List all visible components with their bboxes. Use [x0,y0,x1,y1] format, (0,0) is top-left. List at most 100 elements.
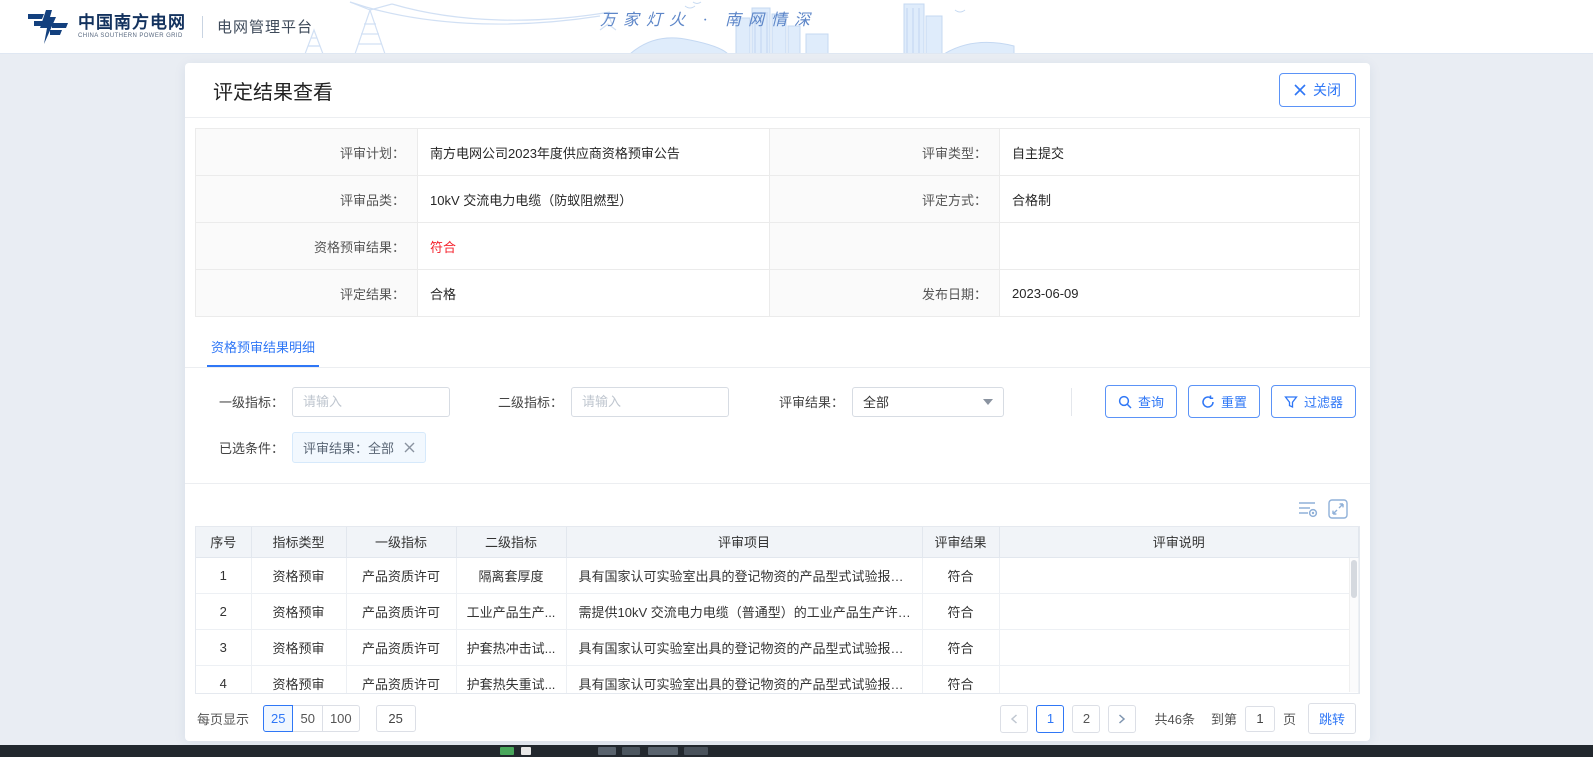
cell-review-item: 需提供10kV 交流电力电缆（普通型）的工业产品生产许可... [566,593,922,629]
logo-text-en: CHINA SOUTHERN POWER GRID [78,33,186,39]
logo-text-cn: 中国南方电网 [78,14,186,31]
tab-bar: 资格预审结果明细 [185,327,1370,368]
table-row[interactable]: 1 资格预审 产品资质许可 隔离套厚度 具有国家认可实验室出具的登记物资的产品型… [196,557,1359,593]
filter-actions: 查询 重置 过滤器 [1071,385,1356,418]
info-label: 评定方式： [770,176,1000,223]
cell-review-item: 具有国家认可实验室出具的登记物资的产品型式试验报告，... [566,629,922,665]
level1-indicator-input[interactable] [292,387,450,417]
cell-level1: 产品资质许可 [346,629,456,665]
modal-header: 评定结果查看 关闭 [185,63,1370,118]
cell-level1: 产品资质许可 [346,593,456,629]
review-result-selected-value: 全部 [863,392,889,411]
cell-seq: 1 [196,557,251,593]
cell-seq: 2 [196,593,251,629]
selected-condition-chip[interactable]: 评审结果：全部 [292,432,426,463]
info-label: 评审品类： [196,176,418,223]
cell-review-note [999,665,1359,694]
info-label: 评审类型： [770,129,1000,176]
page-size-input[interactable] [376,705,416,732]
assessment-info-grid: 评审计划： 南方电网公司2023年度供应商资格预审公告 评审类型： 自主提交 评… [195,128,1360,317]
cell-level2: 护套热冲击试... [456,629,566,665]
cell-review-note [999,593,1359,629]
query-button-label: 查询 [1138,392,1164,411]
page-button-2[interactable]: 2 [1072,705,1100,733]
cell-review-result: 符合 [922,593,999,629]
reset-button[interactable]: 重置 [1188,385,1260,418]
cell-review-item: 具有国家认可实验室出具的登记物资的产品型式试验报告，... [566,557,922,593]
page-size-50[interactable]: 50 [292,705,322,732]
modal-title: 评定结果查看 [213,76,333,105]
cell-level2: 护套热失重试... [456,665,566,694]
cell-indicator-type: 资格预审 [251,629,346,665]
level2-indicator-input[interactable] [571,387,729,417]
table-row[interactable]: 2 资格预审 产品资质许可 工业产品生产... 需提供10kV 交流电力电缆（普… [196,593,1359,629]
selected-conditions-row: 已选条件： 评审结果：全部 [219,432,1356,463]
chip-remove-icon[interactable] [404,442,415,453]
search-icon [1118,395,1132,409]
cell-review-result: 符合 [922,629,999,665]
filter-row: 一级指标： 二级指标： 评审结果： 全部 查询 重置 过滤器 [219,385,1356,418]
scrollbar-thumb[interactable] [1351,560,1357,598]
section-divider [185,483,1370,484]
col-header-indicator-type: 指标类型 [251,527,346,557]
info-value-review-category: 10kV 交流电力电缆（防蚁阻燃型） [418,176,770,223]
csg-logo: 中国南方电网 CHINA SOUTHERN POWER GRID [28,10,186,44]
info-value-empty [1000,223,1360,270]
col-header-level2: 二级指标 [456,527,566,557]
page-size-100[interactable]: 100 [322,705,360,732]
page-size-25[interactable]: 25 [263,705,293,732]
jump-button[interactable]: 跳转 [1308,703,1356,734]
info-value-review-plan: 南方电网公司2023年度供应商资格预审公告 [418,129,770,176]
close-button[interactable]: 关闭 [1279,73,1356,107]
table-row[interactable]: 3 资格预审 产品资质许可 护套热冲击试... 具有国家认可实验室出具的登记物资… [196,629,1359,665]
cell-level1: 产品资质许可 [346,665,456,694]
level2-indicator-label: 二级指标： [498,392,563,411]
platform-name: 电网管理平台 [217,16,313,37]
info-label: 评定结果： [196,270,418,317]
level1-indicator-label: 一级指标： [219,392,284,411]
cell-level2: 隔离套厚度 [456,557,566,593]
result-table: 序号 指标类型 一级指标 二级指标 评审项目 评审结果 评审说明 1 资格预审 … [196,527,1359,694]
col-header-review-note: 评审说明 [999,527,1359,557]
review-result-select[interactable]: 全部 [852,387,1004,417]
next-page-button[interactable] [1108,705,1136,733]
taskbar-segment [598,747,616,755]
per-page-label: 每页显示 [197,709,249,728]
chevron-right-icon [1118,714,1126,724]
info-label: 发布日期： [770,270,1000,317]
result-table-container: 序号 指标类型 一级指标 二级指标 评审项目 评审结果 评审说明 1 资格预审 … [195,526,1360,694]
info-value-assess-result: 合格 [418,270,770,317]
prev-page-button[interactable] [1000,705,1028,733]
column-settings-icon[interactable] [1298,500,1318,518]
cell-review-note [999,557,1359,593]
info-value-publish-date: 2023-06-09 [1000,270,1360,317]
review-result-label: 评审结果： [779,392,844,411]
funnel-icon [1284,395,1298,409]
query-button[interactable]: 查询 [1105,385,1177,418]
total-count-label: 共46条 [1154,709,1194,728]
taskbar-segment [684,747,708,755]
info-label: 评审计划： [196,129,418,176]
csg-logo-icon [28,10,68,44]
close-button-label: 关闭 [1313,80,1341,100]
info-value-assess-method: 合格制 [1000,176,1360,223]
fullscreen-icon[interactable] [1328,499,1348,519]
filter-button[interactable]: 过滤器 [1271,385,1356,418]
col-header-review-item: 评审项目 [566,527,922,557]
cell-indicator-type: 资格预审 [251,593,346,629]
table-scrollbar[interactable] [1349,558,1358,692]
table-row[interactable]: 4 资格预审 产品资质许可 护套热失重试... 具有国家认可实验室出具的登记物资… [196,665,1359,694]
info-label: 资格预审结果： [196,223,418,270]
goto-page-input[interactable] [1245,706,1275,732]
cell-indicator-type: 资格预审 [251,557,346,593]
close-icon [1294,84,1306,96]
chip-label: 评审结果：全部 [303,438,394,457]
page-button-1[interactable]: 1 [1036,705,1064,733]
taskbar-segment [648,747,678,755]
pagination-bar: 每页显示 25 50 100 1 2 共46条 到第 页 跳转 [197,703,1356,734]
taskbar-segment [622,747,640,755]
actions-divider [1071,388,1072,416]
chevron-down-icon [983,399,993,405]
tab-prequal-result-detail[interactable]: 资格预审结果明细 [207,327,319,367]
cell-seq: 3 [196,629,251,665]
